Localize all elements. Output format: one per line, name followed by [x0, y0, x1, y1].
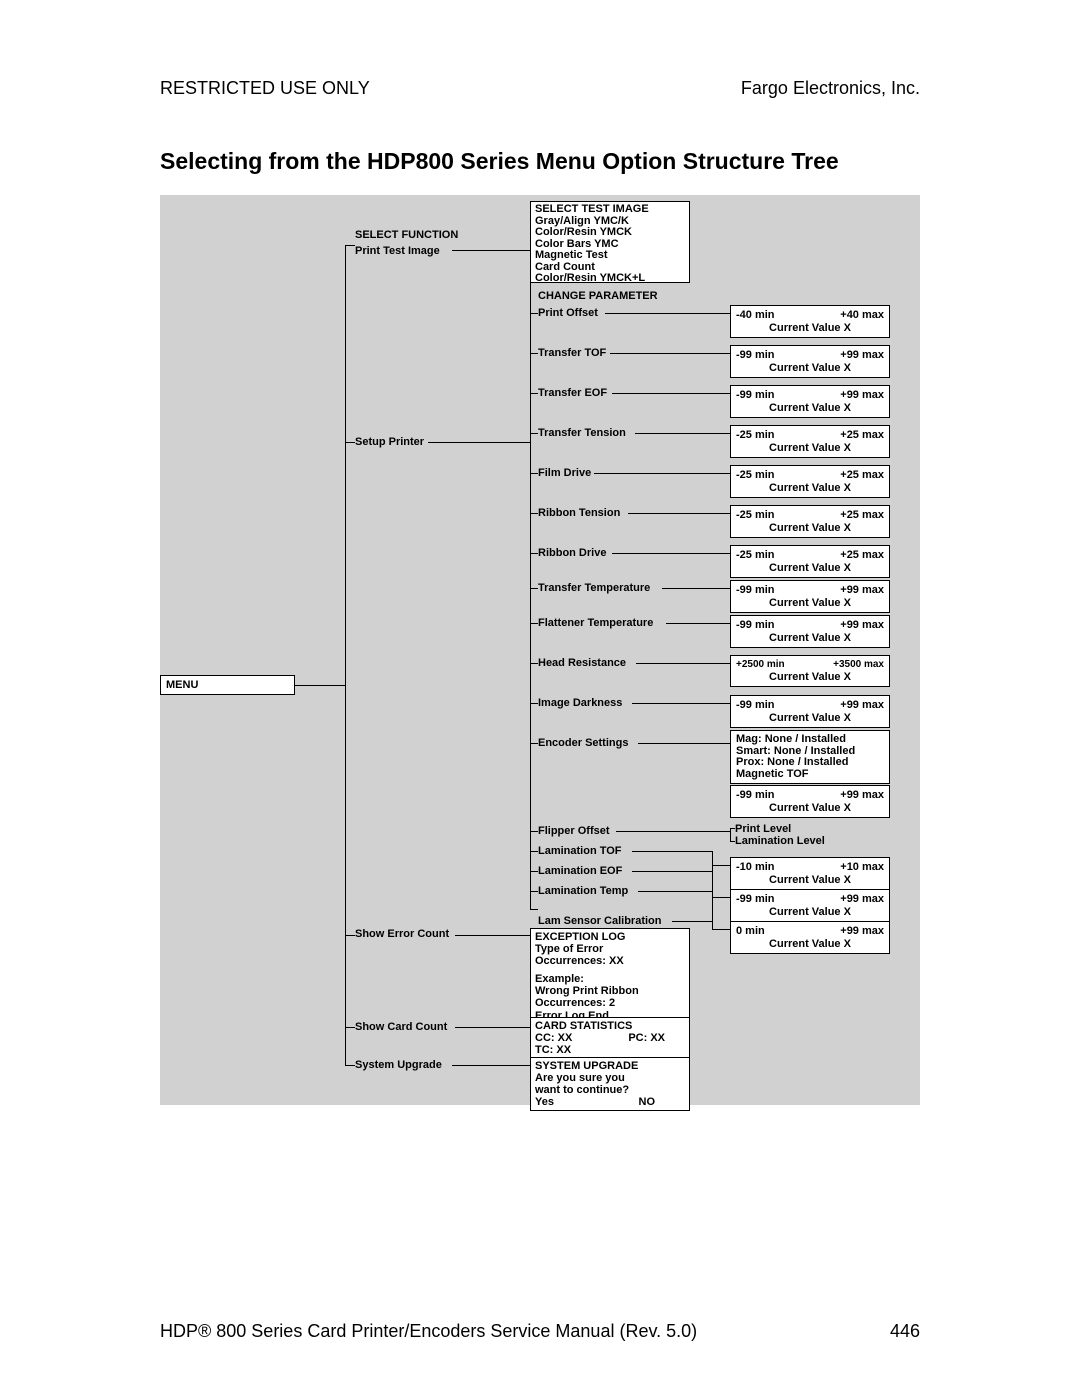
transfer-temperature-value: -99 min+99 max Current Value X — [730, 580, 890, 613]
ribbon-tension-label: Ribbon Tension — [538, 507, 620, 520]
system-upgrade-label: System Upgrade — [355, 1059, 442, 1072]
lamination-eof-value: -10 min+10 max Current Value X — [730, 857, 890, 890]
lamination-level-label: Lamination Level — [735, 835, 825, 848]
document-page: RESTRICTED USE ONLY Fargo Electronics, I… — [0, 0, 1080, 1397]
menu-tree-diagram: MENU SELECT FUNCTION Print Test Image Se… — [160, 195, 920, 1105]
ribbon-drive-value: -25 min+25 max Current Value X — [730, 545, 890, 578]
lam-sensor-value: 0 min+99 max Current Value X — [730, 921, 890, 954]
transfer-tension-label: Transfer Tension — [538, 427, 626, 440]
film-drive-label: Film Drive — [538, 467, 591, 480]
transfer-eof-value: -99 min+99 max Current Value X — [730, 385, 890, 418]
card-statistics-box: CARD STATISTICS CC: XXPC: XX TC: XX — [530, 1017, 690, 1059]
menu-root: MENU — [160, 675, 295, 695]
transfer-tof-value: -99 min+99 max Current Value X — [730, 345, 890, 378]
transfer-temperature-label: Transfer Temperature — [538, 582, 650, 595]
select-test-image-box: SELECT TEST IMAGE Gray/Align YMC/K Color… — [530, 201, 690, 283]
ribbon-drive-label: Ribbon Drive — [538, 547, 606, 560]
system-upgrade-box: SYSTEM UPGRADE Are you sure you want to … — [530, 1057, 690, 1111]
page-title: Selecting from the HDP800 Series Menu Op… — [160, 148, 920, 175]
head-resistance-label: Head Resistance — [538, 657, 626, 670]
footer-page-number: 446 — [890, 1321, 920, 1342]
print-test-image-label: Print Test Image — [355, 245, 440, 258]
sti-2: Color/Resin YMCK — [535, 227, 685, 239]
sti-6: Color/Resin YMCK+L — [535, 273, 685, 285]
header-right: Fargo Electronics, Inc. — [741, 78, 920, 99]
change-parameter-label: CHANGE PARAMETER — [538, 290, 658, 303]
flattener-temperature-value: -99 min+99 max Current Value X — [730, 615, 890, 648]
lamination-temp-value: -99 min+99 max Current Value X — [730, 889, 890, 922]
show-card-count-label: Show Card Count — [355, 1021, 447, 1034]
exception-log-box: EXCEPTION LOG Type of Error Occurrences:… — [530, 928, 690, 1025]
footer-left: HDP® 800 Series Card Printer/Encoders Se… — [160, 1321, 697, 1342]
show-error-count-label: Show Error Count — [355, 928, 449, 941]
encoder-settings-value: Mag: None / Installed Smart: None / Inst… — [730, 730, 890, 784]
encoder-settings-label: Encoder Settings — [538, 737, 628, 750]
image-darkness-label: Image Darkness — [538, 697, 622, 710]
lamination-eof-label: Lamination EOF — [538, 865, 622, 878]
setup-printer-label: Setup Printer — [355, 436, 424, 449]
image-darkness-value: -99 min+99 max Current Value X — [730, 695, 890, 728]
head-resistance-value: +2500 min+3500 max Current Value X — [730, 655, 890, 687]
sti-head: SELECT TEST IMAGE — [535, 204, 685, 216]
lam-sensor-calibration-label: Lam Sensor Calibration — [538, 915, 661, 928]
ribbon-tension-value: -25 min+25 max Current Value X — [730, 505, 890, 538]
lamination-temp-label: Lamination Temp — [538, 885, 628, 898]
sti-4: Magnetic Test — [535, 250, 685, 262]
select-function-label: SELECT FUNCTION — [355, 229, 458, 242]
header-left: RESTRICTED USE ONLY — [160, 78, 370, 99]
transfer-tension-value: -25 min+25 max Current Value X — [730, 425, 890, 458]
flipper-offset-label: Flipper Offset — [538, 825, 610, 838]
transfer-tof-label: Transfer TOF — [538, 347, 606, 360]
film-drive-value: -25 min+25 max Current Value X — [730, 465, 890, 498]
print-offset-label: Print Offset — [538, 307, 598, 320]
lamination-tof-label: Lamination TOF — [538, 845, 622, 858]
print-level-label: Print Level — [735, 823, 791, 836]
encoder-settings-range: -99 min+99 max Current Value X — [730, 785, 890, 818]
transfer-eof-label: Transfer EOF — [538, 387, 607, 400]
flattener-temperature-label: Flattener Temperature — [538, 617, 653, 630]
print-offset-value: -40 min+40 max Current Value X — [730, 305, 890, 338]
